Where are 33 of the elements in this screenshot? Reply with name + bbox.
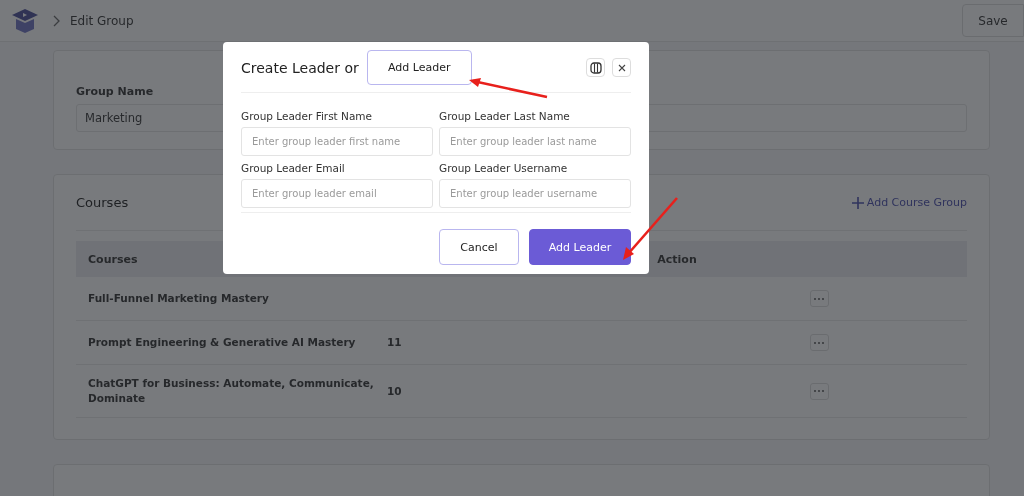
more-options-button[interactable] bbox=[809, 382, 829, 400]
breadcrumb-title: Edit Group bbox=[70, 13, 134, 28]
save-button[interactable]: Save bbox=[962, 4, 1024, 37]
ellipsis-icon bbox=[814, 297, 824, 300]
ellipsis-icon bbox=[814, 341, 824, 344]
add-course-group-link[interactable]: Add Course Group bbox=[851, 196, 967, 209]
table-cell: 11 bbox=[387, 336, 402, 348]
section-title: Courses bbox=[76, 195, 129, 210]
add-leader-button[interactable]: Add Leader bbox=[366, 50, 472, 85]
more-options-button[interactable] bbox=[809, 290, 829, 307]
input-field[interactable]: Enter group leader last name bbox=[439, 127, 631, 156]
field-label: Group Leader Username bbox=[439, 162, 569, 174]
field-label: Group Leader Last Name bbox=[439, 110, 571, 122]
modal-title: Create Leader or bbox=[241, 59, 359, 76]
add-leader-button[interactable]: Add Leader bbox=[529, 229, 631, 265]
input-field[interactable]: Enter group leader email bbox=[241, 179, 433, 208]
column-header: Courses bbox=[87, 252, 139, 266]
table-cell-text: Full-Funnel Marketing Mastery bbox=[87, 291, 270, 306]
columns-icon[interactable] bbox=[586, 58, 605, 77]
input-field[interactable]: Enter group leader username bbox=[439, 179, 631, 208]
more-options-button[interactable] bbox=[809, 334, 829, 351]
chevron-right-icon bbox=[52, 14, 60, 27]
field-label: Group Leader First Name bbox=[241, 110, 374, 122]
column-header: Action bbox=[656, 252, 698, 266]
close-icon[interactable] bbox=[612, 58, 631, 77]
table-cell-text: Prompt Engineering & Generative AI Mastery bbox=[87, 335, 357, 350]
plus-icon bbox=[851, 196, 864, 209]
field-label: Group Leader Email bbox=[241, 162, 346, 174]
input-field[interactable]: Enter group leader first name bbox=[241, 127, 433, 156]
cancel-button[interactable]: Cancel bbox=[439, 229, 519, 265]
table-cell-text: ChatGPT for Business: Automate, Communicate, Dominate bbox=[87, 376, 375, 406]
table-cell: 10 bbox=[387, 384, 402, 397]
field-label: Group Name bbox=[76, 85, 154, 98]
